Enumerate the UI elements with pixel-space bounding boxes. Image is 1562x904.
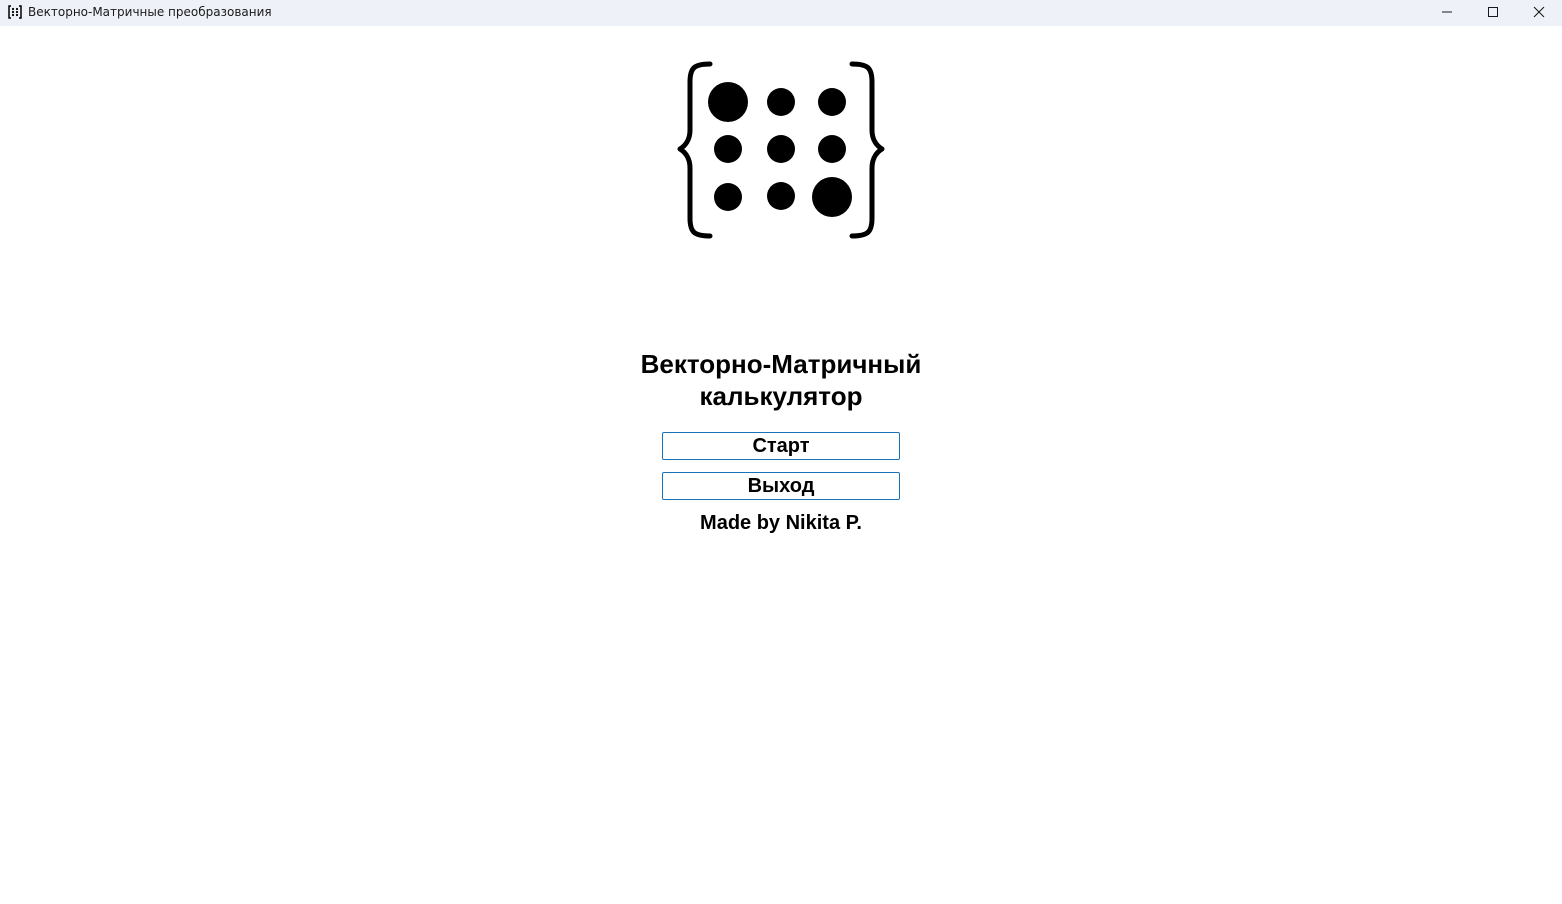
matrix-brackets-icon <box>8 5 22 19</box>
right-brace-icon <box>849 61 885 239</box>
minimize-icon <box>1442 11 1452 13</box>
minimize-button[interactable] <box>1424 0 1470 24</box>
exit-button[interactable]: Выход <box>662 472 900 500</box>
author-credit: Made by Nikita P. <box>700 512 862 534</box>
close-icon <box>1533 6 1545 18</box>
app-window: Векторно-Матричные преобразования Вектор… <box>0 0 1562 904</box>
window-title: Векторно-Матричные преобразования <box>28 5 272 19</box>
left-brace-icon <box>677 61 713 239</box>
matrix-logo <box>677 61 885 239</box>
maximize-button[interactable] <box>1470 0 1516 24</box>
start-button[interactable]: Старт <box>662 432 900 460</box>
title-bar[interactable]: Векторно-Матричные преобразования <box>0 0 1562 26</box>
app-title: Векторно-Матричный калькулятор <box>581 348 981 412</box>
maximize-icon <box>1488 7 1498 17</box>
main-content: Векторно-Матричный калькулятор Старт Вых… <box>0 26 1562 904</box>
app-title-line1: Векторно-Матричный <box>640 349 922 379</box>
app-title-line2: калькулятор <box>699 381 863 411</box>
close-button[interactable] <box>1516 0 1562 24</box>
window-controls <box>1424 0 1562 26</box>
